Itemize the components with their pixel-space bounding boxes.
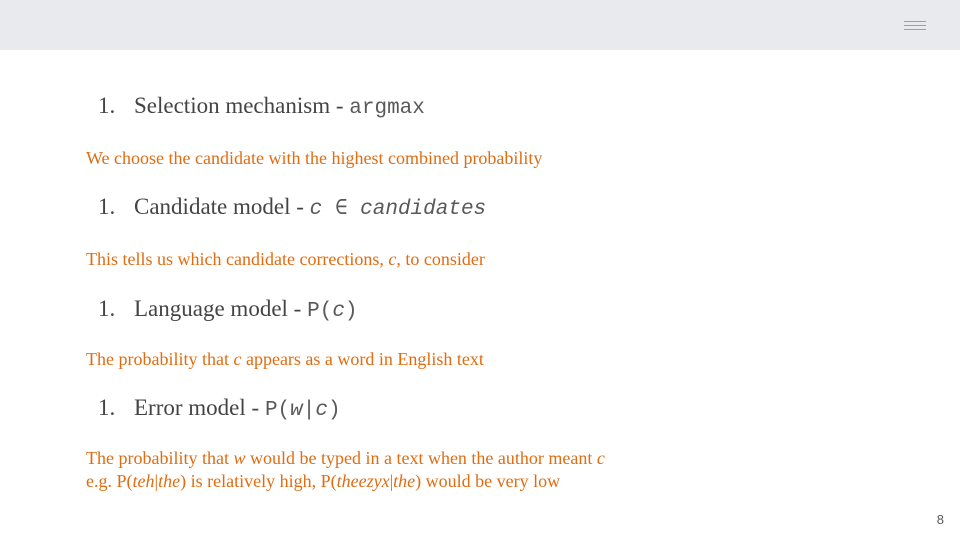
code-expression: P(w|c) xyxy=(265,399,341,422)
list-number: 1. xyxy=(98,395,116,420)
note-text: This tells us which candidate correction… xyxy=(86,249,389,269)
code-variable: c xyxy=(332,300,345,323)
note-text: e.g. P( xyxy=(86,471,133,491)
note-variable: w xyxy=(233,448,246,468)
code-text: ) xyxy=(327,399,341,422)
item-title: Language model xyxy=(134,296,288,321)
code-text: ) xyxy=(344,300,358,323)
item-title: Error model xyxy=(134,395,246,420)
code-text: P( xyxy=(264,399,291,422)
note-text: appears as a word in English text xyxy=(241,349,484,369)
note-text: , to consider xyxy=(396,249,485,269)
code-expression: c ∈ candidates xyxy=(310,198,487,221)
code-variable: c xyxy=(309,198,323,221)
note-text: The probability that xyxy=(86,448,234,468)
item-separator: - xyxy=(287,296,308,321)
list-number: 1. xyxy=(98,194,116,219)
note-variable: teh xyxy=(132,471,155,491)
list-item-candidate-model: 1. Candidate model - c ∈ candidates xyxy=(98,194,486,221)
note-selection-mechanism: We choose the candidate with the highest… xyxy=(86,148,543,168)
item-separator: - xyxy=(330,93,350,118)
note-variable: c xyxy=(596,448,605,468)
code-operator: ∈ xyxy=(322,198,361,221)
list-item-error-model: 1. Error model - P(w|c) xyxy=(98,395,341,422)
list-item-language-model: 1. Language model - P(c) xyxy=(98,296,358,323)
page-number: 8 xyxy=(936,512,944,527)
list-number: 1. xyxy=(98,93,116,118)
note-error-model-line2: e.g. P(teh|the) is relatively high, P(th… xyxy=(86,471,560,492)
note-text: ) is relatively high, P( xyxy=(180,471,337,491)
item-title: Candidate model xyxy=(134,194,291,219)
note-text: would be typed in a text when the author… xyxy=(245,448,597,468)
item-separator: - xyxy=(290,194,310,219)
code-expression: argmax xyxy=(349,97,425,120)
code-set: candidates xyxy=(360,198,487,221)
item-separator: - xyxy=(245,395,265,420)
list-item-selection-mechanism: 1. Selection mechanism - argmax xyxy=(98,93,425,120)
note-language-model: The probability that c appears as a word… xyxy=(86,349,484,370)
code-expression: P(c) xyxy=(307,300,357,323)
code-text: P( xyxy=(307,300,333,323)
code-text: | xyxy=(302,399,316,422)
note-error-model-line1: The probability that w would be typed in… xyxy=(86,448,605,469)
code-variable: c xyxy=(315,399,328,422)
note-variable: the xyxy=(158,471,181,491)
note-text: ) would be very low xyxy=(415,471,561,491)
note-variable: the xyxy=(393,471,416,491)
code-variable: w xyxy=(290,399,303,422)
note-text: The probability that xyxy=(86,349,234,369)
note-variable: theezyx xyxy=(336,471,390,491)
item-title: Selection mechanism xyxy=(134,93,331,118)
list-number: 1. xyxy=(98,296,116,321)
slide-content: 1. Selection mechanism - argmax We choose… xyxy=(0,0,960,540)
note-candidate-model: This tells us which candidate correction… xyxy=(86,249,485,270)
